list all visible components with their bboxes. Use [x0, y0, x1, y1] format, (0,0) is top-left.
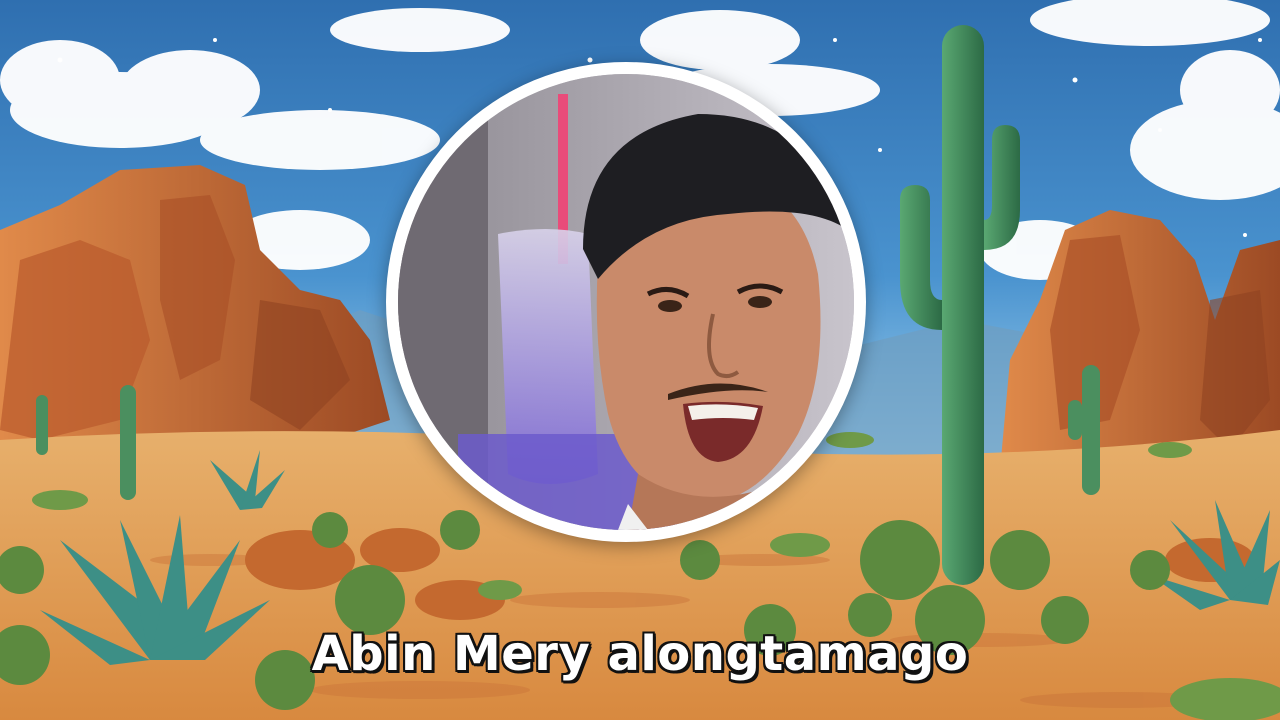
person-photo-icon: [398, 74, 854, 530]
video-frame: Abin Mery alongtamago: [0, 0, 1280, 720]
caption-text: Abin Mery alongtamago: [311, 626, 969, 682]
person-photo: [398, 74, 854, 530]
avatar: [386, 62, 866, 542]
